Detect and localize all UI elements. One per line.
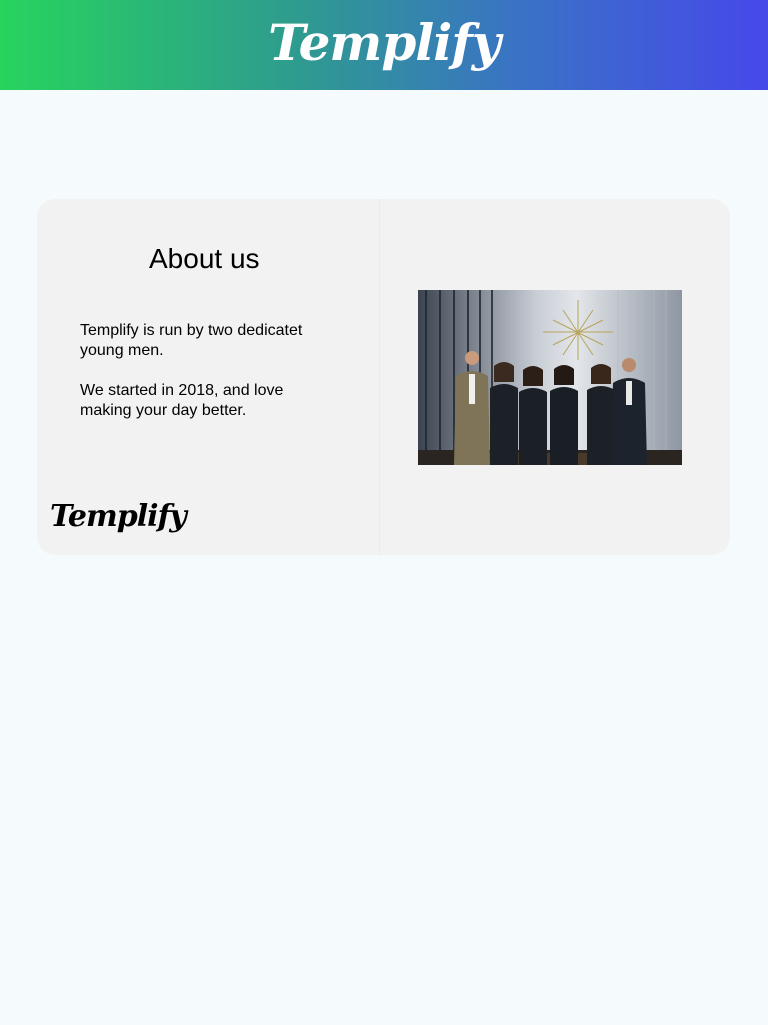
- about-title: About us: [149, 243, 260, 274]
- about-card: About us Templify is run by two dedicate…: [37, 199, 730, 555]
- header-logo[interactable]: Templify: [268, 13, 501, 72]
- card-footer-logo: Templify: [50, 499, 187, 534]
- about-description: Templify is run by two dedicatet young m…: [80, 321, 320, 441]
- about-paragraph-2: We started in 2018, and love making your…: [80, 382, 284, 419]
- team-photo: [418, 290, 682, 465]
- team-photo-illustration: [418, 290, 682, 465]
- about-paragraph-1: Templify is run by two dedicatet young m…: [80, 322, 303, 359]
- site-header: Templify: [0, 0, 768, 90]
- card-divider: [379, 199, 380, 555]
